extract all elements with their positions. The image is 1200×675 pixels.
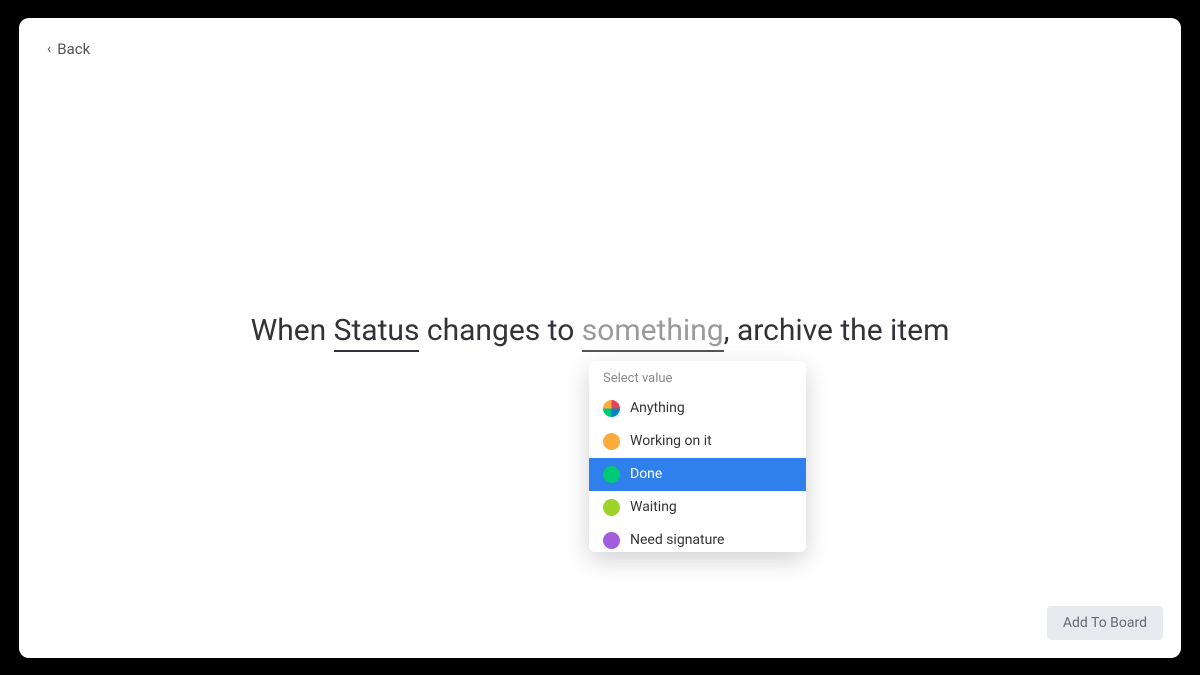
status-color-icon [603,466,620,483]
dropdown-option-label: Waiting [630,499,677,515]
back-label: Back [57,40,90,58]
dropdown-option[interactable]: Done [589,458,806,491]
dropdown-option[interactable]: Working on it [589,425,806,458]
sentence-prefix: When [251,313,334,348]
automation-sentence: When Status changes to something, archiv… [19,313,1181,348]
value-token[interactable]: something [582,313,724,352]
dropdown-option[interactable]: Waiting [589,491,806,524]
sentence-suffix: , archive the item [724,313,950,348]
status-color-icon [603,400,620,417]
dropdown-option[interactable]: Need signature [589,524,806,552]
status-color-icon [603,499,620,516]
add-to-board-button[interactable]: Add To Board [1047,606,1163,640]
back-link[interactable]: ‹ Back [47,40,90,58]
status-token[interactable]: Status [334,313,420,352]
status-color-icon [603,433,620,450]
dropdown-option-label: Done [630,466,662,482]
sentence-mid: changes to [419,313,581,348]
dropdown-option-label: Need signature [630,532,724,548]
automation-panel: ‹ Back When Status changes to something,… [19,18,1181,658]
status-color-icon [603,532,620,549]
dropdown-option-label: Working on it [630,433,712,449]
chevron-left-icon: ‹ [47,42,51,56]
value-dropdown: Select value Anything Working on it Done Wa… [589,361,806,552]
dropdown-option-label: Anything [630,400,685,416]
dropdown-header: Select value [589,361,806,392]
dropdown-option[interactable]: Anything [589,392,806,425]
